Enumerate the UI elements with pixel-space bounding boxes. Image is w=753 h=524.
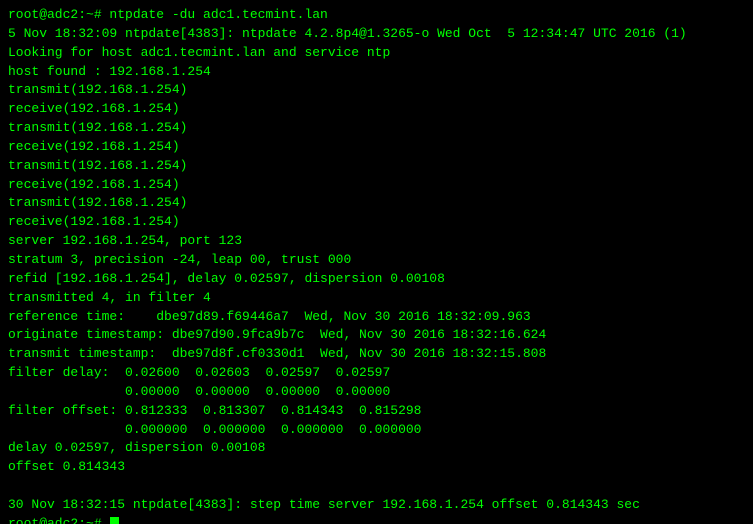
output-line-22: 0.000000 0.000000 0.000000 0.000000: [8, 421, 745, 440]
output-line-5: receive(192.168.1.254): [8, 100, 745, 119]
output-line-14: refid [192.168.1.254], delay 0.02597, di…: [8, 270, 745, 289]
output-line-4: transmit(192.168.1.254): [8, 81, 745, 100]
prompt-line: root@adc2:~#: [8, 516, 119, 524]
output-line-9: receive(192.168.1.254): [8, 176, 745, 195]
output-line-8: transmit(192.168.1.254): [8, 157, 745, 176]
cursor-block: [110, 517, 119, 524]
output-line-3: host found : 192.168.1.254: [8, 63, 745, 82]
output-line-25: 30 Nov 18:32:15 ntpdate[4383]: step time…: [8, 496, 745, 515]
output-line-2: Looking for host adc1.tecmint.lan and se…: [8, 44, 745, 63]
output-line-11: receive(192.168.1.254): [8, 213, 745, 232]
output-line-20: 0.00000 0.00000 0.00000 0.00000: [8, 383, 745, 402]
output-line-6: transmit(192.168.1.254): [8, 119, 745, 138]
output-line-19: filter delay: 0.02600 0.02603 0.02597 0.…: [8, 364, 745, 383]
output-line-23: delay 0.02597, dispersion 0.00108: [8, 439, 745, 458]
terminal-window[interactable]: root@adc2:~# ntpdate -du adc1.tecmint.la…: [0, 0, 753, 524]
output-line-17: originate timestamp: dbe97d90.9fca9b7c W…: [8, 326, 745, 345]
output-line-24: offset 0.814343: [8, 458, 745, 477]
output-line-16: reference time: dbe97d89.f69446a7 Wed, N…: [8, 308, 745, 327]
command-line: root@adc2:~# ntpdate -du adc1.tecmint.la…: [8, 6, 745, 25]
output-line-10: transmit(192.168.1.254): [8, 194, 745, 213]
output-line-12: server 192.168.1.254, port 123: [8, 232, 745, 251]
output-line-1: 5 Nov 18:32:09 ntpdate[4383]: ntpdate 4.…: [8, 25, 745, 44]
shell-prompt: root@adc2:~#: [8, 516, 109, 524]
output-line-7: receive(192.168.1.254): [8, 138, 745, 157]
blank-line: [8, 477, 745, 496]
output-line-13: stratum 3, precision -24, leap 00, trust…: [8, 251, 745, 270]
output-line-15: transmitted 4, in filter 4: [8, 289, 745, 308]
output-line-18: transmit timestamp: dbe97d8f.cf0330d1 We…: [8, 345, 745, 364]
output-line-21: filter offset: 0.812333 0.813307 0.81434…: [8, 402, 745, 421]
